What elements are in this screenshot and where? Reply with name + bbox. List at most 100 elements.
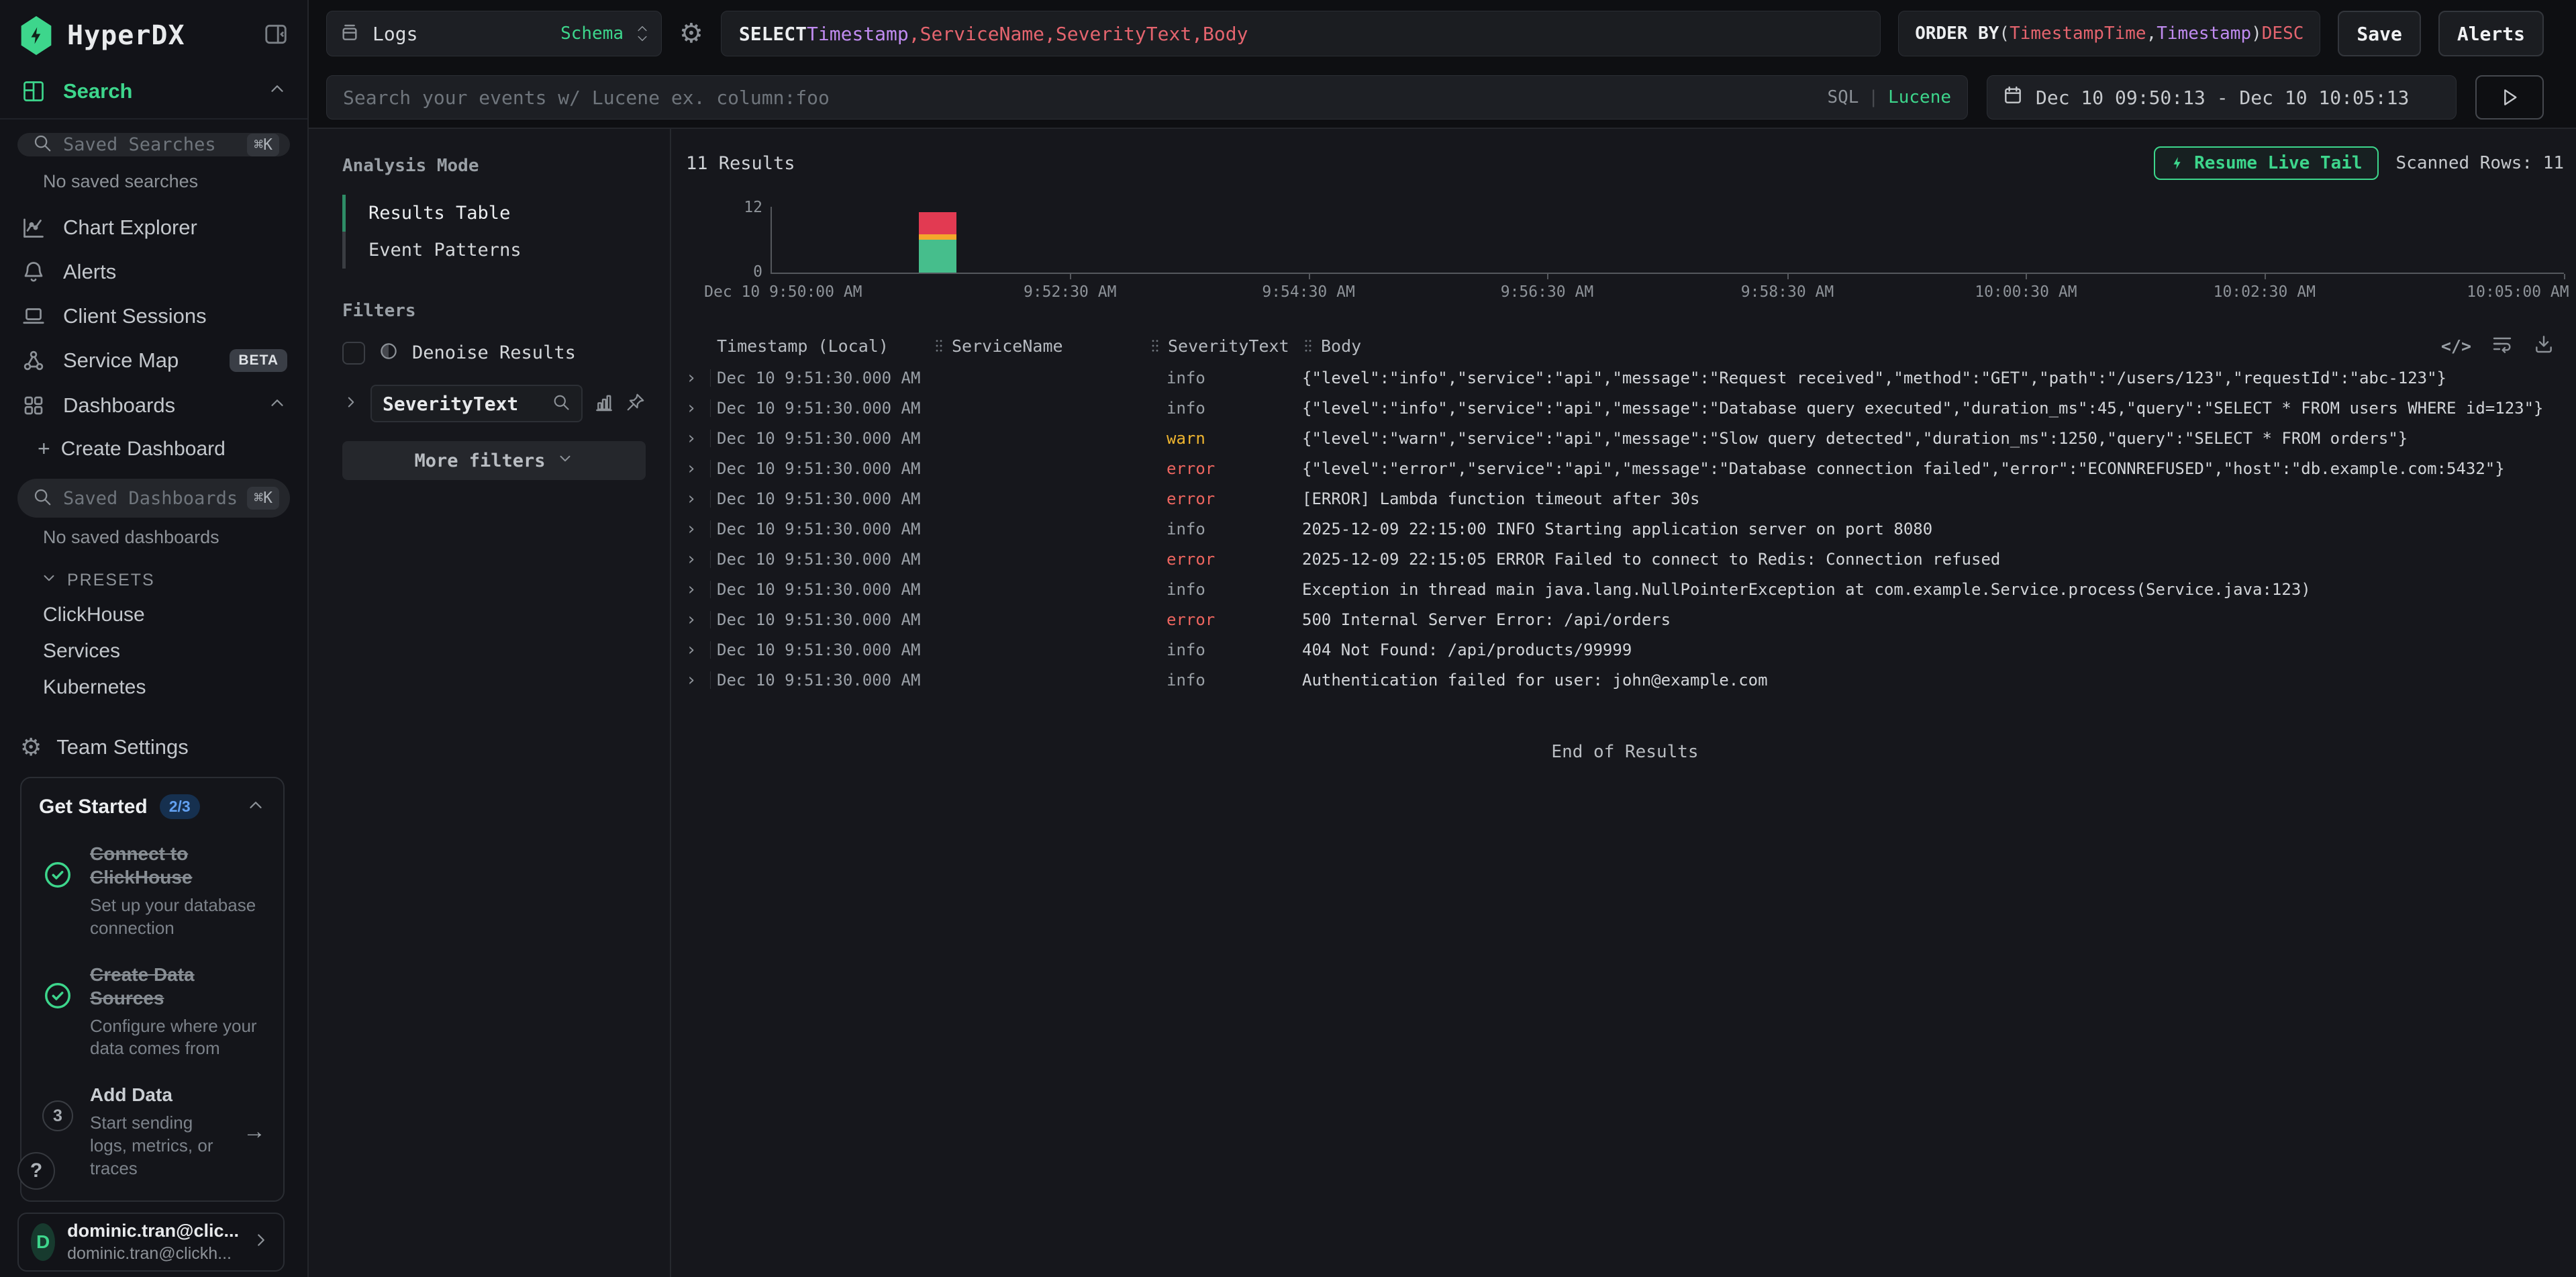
user-email: dominic.tran@clickh... [67,1244,239,1264]
column-servicename[interactable]: ServiceName [933,336,1149,356]
language-toggle[interactable]: SQL | Lucene [1827,87,1951,107]
saved-searches-input[interactable] [63,134,236,155]
row-expand-chevron[interactable]: › [686,368,717,388]
get-started-step-datasources[interactable]: Create Data Sources Configure where your… [39,963,266,1061]
database-icon [339,21,360,46]
chevron-up-icon[interactable] [267,79,287,104]
saved-dashboards-search[interactable]: ⌘K [17,479,290,518]
view-source-icon[interactable]: </> [2441,336,2471,356]
severity-filter-field[interactable]: SeverityText [370,385,583,422]
table-header: Timestamp (Local) ServiceName SeverityTe… [686,329,2564,363]
row-expand-chevron[interactable]: › [686,489,717,509]
saved-dashboards-input[interactable] [63,488,236,509]
end-of-results: End of Results [686,742,2564,762]
sidebar-item-label: Alerts [63,260,116,284]
collapse-sidebar-icon[interactable] [263,21,289,50]
table-row[interactable]: › Dec 10 9:51:30.000 AM warn {"level":"w… [686,423,2564,453]
sidebar-item-team-settings[interactable]: ⚙ Team Settings [0,718,307,777]
row-expand-chevron[interactable]: › [686,610,717,630]
resume-live-tail-button[interactable]: Resume Live Tail [2154,146,2378,180]
save-button[interactable]: Save [2338,11,2420,56]
run-search-button[interactable] [2475,75,2544,120]
table-row[interactable]: › Dec 10 9:51:30.000 AM error 2025-12-09… [686,544,2564,574]
row-timestamp: Dec 10 9:51:30.000 AM [717,459,933,478]
create-dashboard-button[interactable]: + Create Dashboard [0,428,307,465]
wrap-lines-icon[interactable] [2491,333,2513,359]
step-desc: Start sending logs, metrics, or traces [90,1112,230,1180]
sidebar-item-client-sessions[interactable]: Client Sessions [0,294,307,338]
chevron-up-icon[interactable] [267,393,287,418]
download-icon[interactable] [2533,333,2555,359]
select-query-input[interactable]: SELECT Timestamp,ServiceName,SeverityTex… [721,11,1881,56]
sidebar-item-dashboards[interactable]: Dashboards [0,383,307,428]
presets-toggle[interactable]: PRESETS [0,561,307,597]
row-body: [ERROR] Lambda function timeout after 30… [1302,489,2564,508]
row-body: {"level":"info","service":"api","message… [1302,399,2564,418]
row-body: 500 Internal Server Error: /api/orders [1302,610,2564,629]
order-by-input[interactable]: ORDER BY (TimestampTime, Timestamp) DESC [1898,11,2320,56]
row-expand-chevron[interactable]: › [686,549,717,569]
preset-clickhouse[interactable]: ClickHouse [0,597,307,633]
user-card[interactable]: D dominic.tran@clic... dominic.tran@clic… [17,1213,285,1272]
row-expand-chevron[interactable]: › [686,579,717,600]
column-body[interactable]: Body [1302,336,2441,356]
row-expand-chevron[interactable]: › [686,640,717,660]
more-filters-button[interactable]: More filters [342,441,646,480]
table-row[interactable]: › Dec 10 9:51:30.000 AM error 500 Intern… [686,604,2564,634]
chart-mini-icon[interactable] [593,391,615,416]
sidebar-item-service-map[interactable]: Service Map BETA [0,338,307,383]
table-row[interactable]: › Dec 10 9:51:30.000 AM info {"level":"i… [686,393,2564,423]
preset-services[interactable]: Services [0,633,307,669]
help-button[interactable]: ? [17,1152,55,1190]
table-row[interactable]: › Dec 10 9:51:30.000 AM info 404 Not Fou… [686,634,2564,665]
sidebar-item-alerts[interactable]: Alerts [0,250,307,294]
table-row[interactable]: › Dec 10 9:51:30.000 AM error {"level":"… [686,453,2564,483]
chevron-right-icon[interactable] [342,393,360,414]
search-row: SQL | Lucene Dec 10 09:50:13 - Dec 10 10… [309,67,2576,129]
row-timestamp: Dec 10 9:51:30.000 AM [717,580,933,599]
search-icon[interactable] [552,393,571,415]
sql-toggle[interactable]: SQL [1827,87,1859,107]
row-severity: info [1149,641,1302,659]
table-row[interactable]: › Dec 10 9:51:30.000 AM error [ERROR] La… [686,483,2564,514]
pin-icon[interactable] [626,392,646,416]
date-range-picker[interactable]: Dec 10 09:50:13 - Dec 10 10:05:13 [1987,75,2457,120]
chevron-up-icon[interactable] [246,795,266,818]
row-expand-chevron[interactable]: › [686,428,717,448]
get-started-step-connect[interactable]: Connect to ClickHouse Set up your databa… [39,842,266,940]
table-row[interactable]: › Dec 10 9:51:30.000 AM info {"level":"i… [686,363,2564,393]
preset-kubernetes[interactable]: Kubernetes [0,669,307,706]
sidebar-item-search[interactable]: Search [0,68,307,114]
row-timestamp: Dec 10 9:51:30.000 AM [717,550,933,569]
create-dashboard-label: Create Dashboard [61,438,226,461]
saved-searches-search[interactable]: ⌘K [17,133,290,156]
row-body: 2025-12-09 22:15:05 ERROR Failed to conn… [1302,550,2564,569]
alerts-button[interactable]: Alerts [2438,11,2544,56]
row-expand-chevron[interactable]: › [686,670,717,690]
column-timestamp[interactable]: Timestamp (Local) [717,336,933,356]
step-number-badge: 3 [42,1100,73,1131]
event-search-box[interactable]: SQL | Lucene [326,75,1968,120]
chevron-right-icon [251,1230,271,1254]
y-axis-tick: 12 [744,199,762,216]
event-search-input[interactable] [343,87,1814,109]
row-severity: info [1149,520,1302,538]
table-row[interactable]: › Dec 10 9:51:30.000 AM info Exception i… [686,574,2564,604]
row-expand-chevron[interactable]: › [686,459,717,479]
source-select[interactable]: Logs Schema [326,11,662,56]
get-started-step-add-data[interactable]: 3 Add Data Start sending logs, metrics, … [39,1083,266,1180]
row-expand-chevron[interactable]: › [686,519,717,539]
field-name: SeverityText [383,393,545,415]
table-row[interactable]: › Dec 10 9:51:30.000 AM info Authenticat… [686,665,2564,695]
column-severitytext[interactable]: SeverityText [1149,336,1302,356]
lucene-toggle[interactable]: Lucene [1888,87,1951,107]
source-settings-gear-icon[interactable]: ⚙ [679,20,703,47]
get-started-card: Get Started 2/3 Connect to ClickHouse Se… [20,777,285,1202]
mode-results-table[interactable]: Results Table [342,195,646,232]
row-expand-chevron[interactable]: › [686,398,717,418]
mode-event-patterns[interactable]: Event Patterns [342,232,646,269]
check-circle-icon [39,963,77,1061]
sidebar-item-chart-explorer[interactable]: Chart Explorer [0,205,307,250]
denoise-checkbox[interactable] [342,342,365,365]
table-row[interactable]: › Dec 10 9:51:30.000 AM info 2025-12-09 … [686,514,2564,544]
